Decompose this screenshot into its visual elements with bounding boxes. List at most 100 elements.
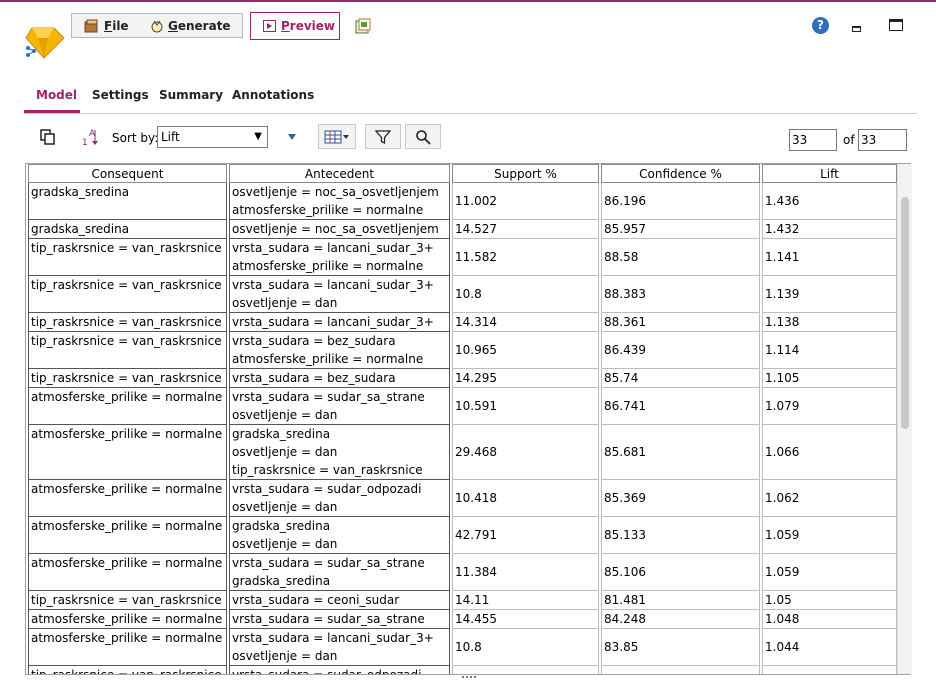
antecedent-line: vrsta_sudara = lancani_sudar_3+ (232, 631, 434, 645)
table-row[interactable]: atmosferske_prilike = normalne vrsta_suda… (28, 388, 897, 425)
lift-cell: 1.059 (762, 517, 897, 554)
table-row[interactable]: atmosferske_prilike = normalne vrsta_suda… (28, 554, 897, 591)
table-row[interactable]: tip_raskrsnice = van_raskrsnice vrsta_sud… (28, 239, 897, 276)
lift-cell: 1.044 (762, 629, 897, 666)
current-page-input[interactable]: 33 (789, 129, 837, 151)
page-of-label: of (843, 133, 855, 147)
lift-cell: 1.062 (762, 480, 897, 517)
table-row[interactable]: tip_raskrsnice = van_raskrsnice vrsta_sud… (28, 313, 897, 332)
table-row[interactable]: tip_raskrsnice = van_raskrsnice vrsta_sud… (28, 332, 897, 369)
consequent-cell: atmosferske_prilike = normalne (28, 554, 227, 591)
antecedent-cell: gradska_sredina osvetljenje = dan tip_rask… (229, 425, 450, 480)
sort-by-select[interactable]: Lift ▼ (157, 126, 268, 148)
filter-icon (375, 129, 391, 144)
maximize-icon[interactable] (889, 19, 903, 31)
rules-grid: Consequent Antecedent Support % Confiden… (26, 164, 899, 674)
copy-icon[interactable] (38, 127, 58, 147)
antecedent-line: atmosferske_prilike = normalne (232, 352, 424, 366)
antecedent-line: vrsta_sudara = sudar_sa_strane (232, 390, 425, 404)
antecedent-line: tip_raskrsnice = van_raskrsnice (232, 463, 423, 477)
table-row[interactable]: tip_raskrsnice = van_raskrsnice vrsta_sud… (28, 591, 897, 610)
consequent-cell: gradska_sredina (28, 183, 227, 220)
support-cell: 11.002 (452, 183, 599, 220)
help-icon[interactable]: ? (812, 17, 829, 34)
preview-button[interactable]: Preview (250, 12, 340, 40)
lift-cell: 1.139 (762, 276, 897, 313)
consequent-cell: tip_raskrsnice = van_raskrsnice (28, 591, 227, 610)
support-cell: 10.965 (452, 332, 599, 369)
support-cell: 14.314 (452, 313, 599, 332)
table-row[interactable]: gradska_sredina osvetljenje = noc_sa_osve… (28, 220, 897, 239)
lift-cell: 1.141 (762, 239, 897, 276)
antecedent-cell: vrsta_sudara = sudar_odpozadi osvetljenje… (229, 480, 450, 517)
antecedent-line: osvetljenje = noc_sa_osvetljenjem (232, 185, 439, 199)
confidence-cell: 88.361 (601, 313, 760, 332)
support-cell: 10.591 (452, 388, 599, 425)
tab-model[interactable]: Model (36, 88, 77, 102)
consequent-cell: tip_raskrsnice = van_raskrsnice (28, 666, 227, 674)
diamond-model-icon (25, 27, 65, 59)
resize-grip[interactable] (462, 676, 476, 682)
generate-menu[interactable]: Generate (150, 18, 231, 34)
table-row[interactable]: atmosferske_prilike = normalne vrsta_suda… (28, 629, 897, 666)
vertical-scrollbar[interactable] (897, 164, 912, 674)
file-menu[interactable]: File (84, 18, 129, 34)
table-row[interactable]: atmosferske_prilike = normalne gradska_sr… (28, 425, 897, 480)
antecedent-cell: osvetljenje = noc_sa_osvetljenjem (229, 220, 450, 239)
consequent-cell: atmosferske_prilike = normalne (28, 480, 227, 517)
column-header-confidence[interactable]: Confidence % (601, 164, 760, 183)
column-header-lift[interactable]: Lift (762, 164, 897, 183)
search-icon (416, 129, 431, 145)
minimize-icon[interactable] (852, 26, 861, 32)
support-cell: 14.527 (452, 220, 599, 239)
column-header-support[interactable]: Support % (452, 164, 599, 183)
antecedent-line: osvetljenje = dan (232, 649, 338, 663)
support-cell: 10.418 (452, 480, 599, 517)
generate-icon (151, 20, 163, 33)
scrollbar-thumb[interactable] (901, 197, 909, 429)
lift-cell: 1.114 (762, 332, 897, 369)
sort-order-icon[interactable]: 1A (80, 127, 100, 147)
tab-settings[interactable]: Settings (92, 88, 149, 102)
confidence-cell: 85.133 (601, 517, 760, 554)
confidence-cell: 85.681 (601, 425, 760, 480)
tab-summary[interactable]: Summary (159, 88, 223, 102)
antecedent-cell: vrsta_sudara = lancani_sudar_3+ osvetljen… (229, 629, 450, 666)
lift-cell: 1.05 (762, 591, 897, 610)
filter-button[interactable] (365, 124, 401, 149)
support-cell: 10.8 (452, 276, 599, 313)
antecedent-line: vrsta_sudara = bez_sudara (232, 334, 396, 348)
table-row[interactable]: atmosferske_prilike = normalne vrsta_suda… (28, 610, 897, 629)
columns-button[interactable] (318, 124, 356, 149)
column-header-consequent[interactable]: Consequent (28, 164, 227, 183)
consequent-cell: atmosferske_prilike = normalne (28, 388, 227, 425)
table-row[interactable]: tip_raskrsnice = van_raskrsnice vrsta_sud… (28, 666, 897, 674)
antecedent-line: atmosferske_prilike = normalne (232, 259, 424, 273)
column-header-antecedent[interactable]: Antecedent (229, 164, 450, 183)
antecedent-line: gradska_sredina (232, 427, 331, 441)
antecedent-cell: vrsta_sudara = bez_sudara (229, 369, 450, 388)
lift-cell: 1.138 (762, 313, 897, 332)
top-accent-line (0, 0, 936, 2)
antecedent-line: osvetljenje = dan (232, 445, 338, 459)
consequent-cell: gradska_sredina (28, 220, 227, 239)
lift-cell: 1.043 (762, 666, 897, 674)
table-row[interactable]: atmosferske_prilike = normalne gradska_sr… (28, 517, 897, 554)
export-icon[interactable] (355, 18, 371, 34)
tab-annotations[interactable]: Annotations (232, 88, 314, 102)
antecedent-cell: vrsta_sudara = lancani_sudar_3+ osvetljen… (229, 276, 450, 313)
confidence-cell: 85.106 (601, 554, 760, 591)
chevron-down-icon: ▼ (254, 131, 262, 142)
support-cell: 14.295 (452, 369, 599, 388)
support-cell: 29.468 (452, 425, 599, 480)
consequent-cell: tip_raskrsnice = van_raskrsnice (28, 332, 227, 369)
antecedent-line: vrsta_sudara = sudar_sa_strane (232, 612, 425, 626)
consequent-cell: atmosferske_prilike = normalne (28, 629, 227, 666)
table-row[interactable]: tip_raskrsnice = van_raskrsnice vrsta_sud… (28, 276, 897, 313)
table-row[interactable]: gradska_sredina osvetljenje = noc_sa_osve… (28, 183, 897, 220)
sort-direction-icon[interactable] (282, 127, 302, 147)
search-button[interactable] (405, 124, 441, 149)
table-row[interactable]: tip_raskrsnice = van_raskrsnice vrsta_sud… (28, 369, 897, 388)
table-row[interactable]: atmosferske_prilike = normalne vrsta_suda… (28, 480, 897, 517)
total-pages-field: 33 (858, 129, 907, 151)
